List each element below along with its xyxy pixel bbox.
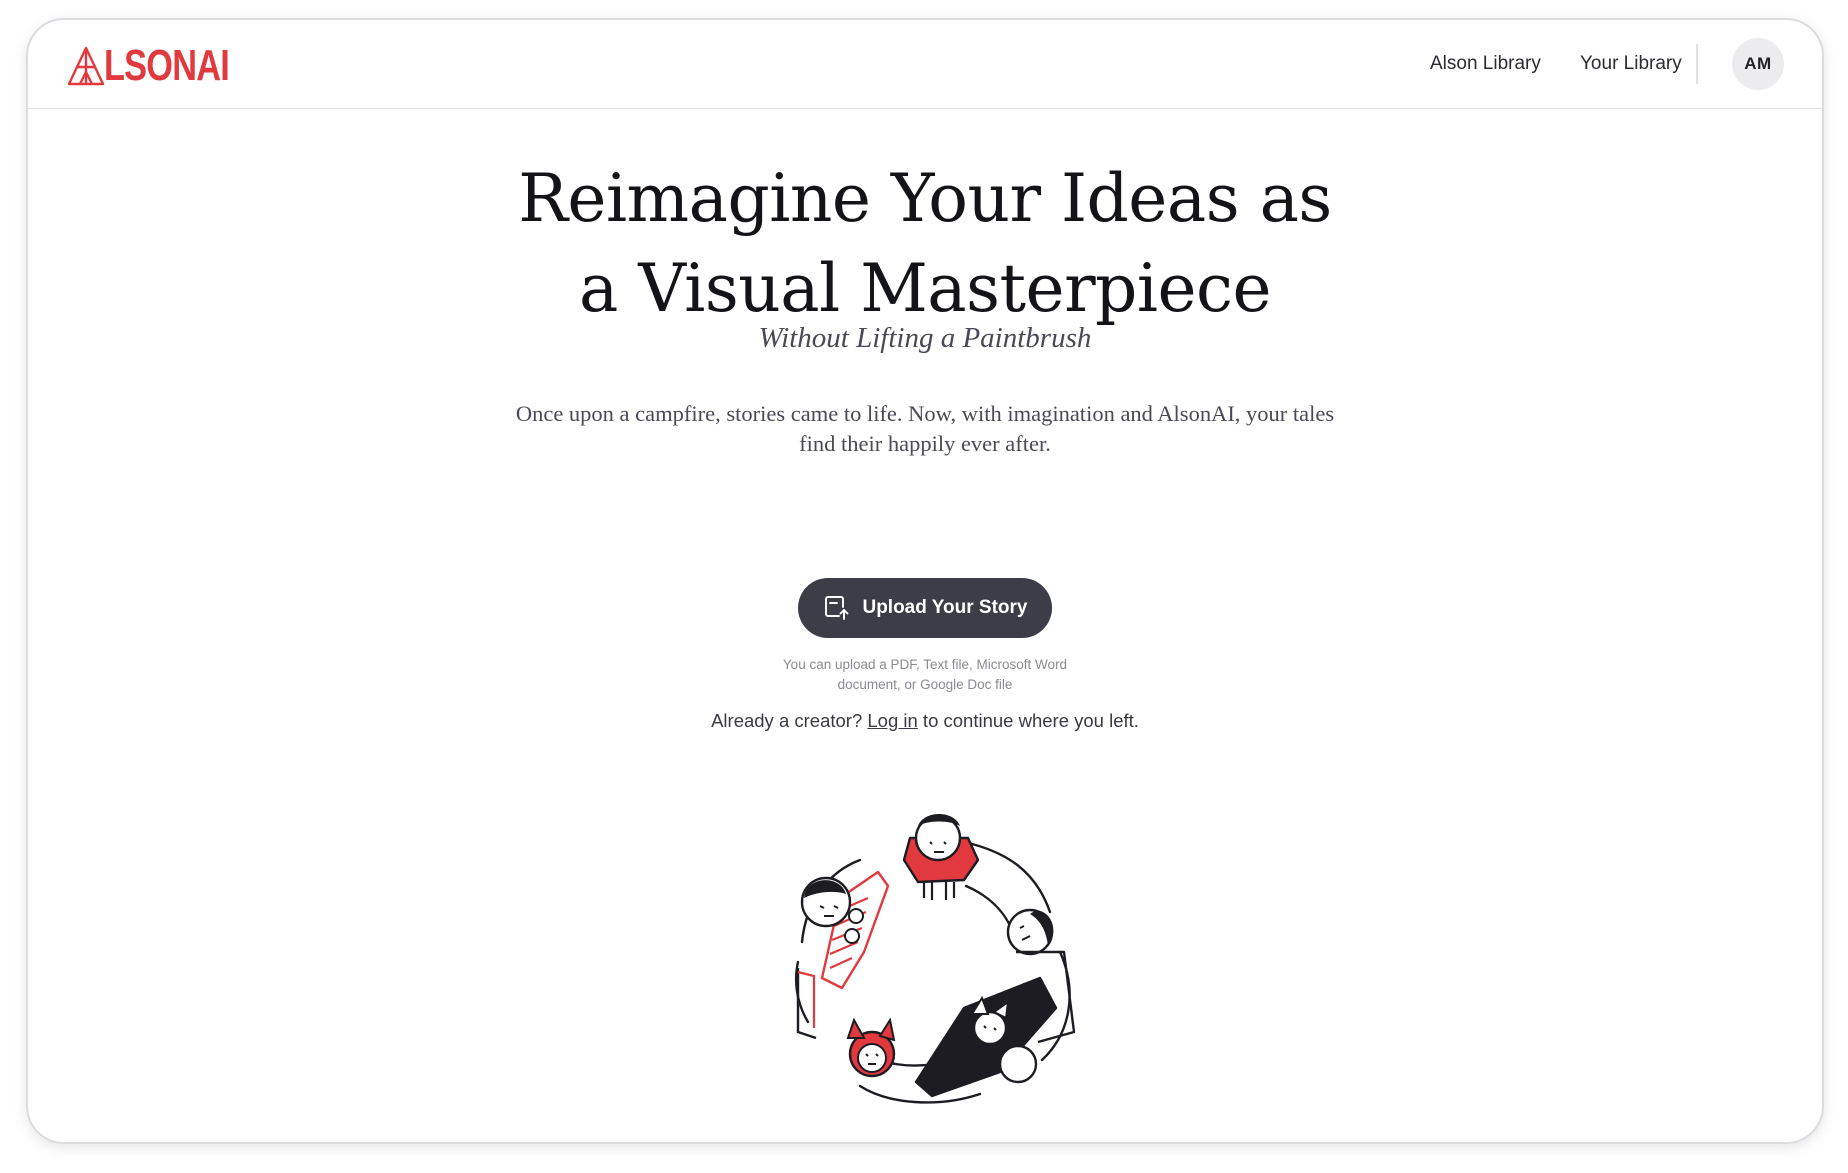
nav-your-library[interactable]: Your Library	[1580, 53, 1682, 75]
nav-alson-library[interactable]: Alson Library	[1430, 53, 1541, 75]
upload-document-icon	[825, 596, 849, 620]
logo-text: LSONAI	[104, 41, 230, 90]
nav-divider	[1696, 44, 1698, 84]
intro-line-1: Once upon a campfire, stories came to li…	[515, 401, 1335, 426]
upload-hint: You can upload a PDF, Text file, Microso…	[768, 655, 1082, 695]
upload-story-button[interactable]: Upload Your Story	[798, 578, 1052, 638]
nav-your-library-wrap: Your Library	[1580, 20, 1682, 108]
upload-story-label: Upload Your Story	[862, 597, 1028, 618]
intro-paragraph: Once upon a campfire, stories came to li…	[478, 399, 1372, 459]
page-title-line-2: a Visual Masterpiece	[578, 250, 1272, 327]
avatar[interactable]: AM	[1732, 38, 1784, 90]
login-prompt-prefix: Already a creator?	[711, 710, 868, 731]
nav-alson-library-wrap: Alson Library	[1430, 20, 1541, 108]
intro-line-2: find their happily ever after.	[799, 431, 1051, 456]
upload-hint-line-2: document, or Google Doc file	[837, 677, 1013, 692]
login-prompt-suffix: to continue where you left.	[917, 710, 1139, 731]
upload-hint-line-1: You can upload a PDF, Text file, Microso…	[782, 657, 1068, 672]
top-navigation-bar: LSONAI Alson Library Your Library AM	[28, 20, 1822, 109]
tent-icon	[67, 46, 105, 86]
people-circle-illustration	[794, 814, 1076, 1104]
logo[interactable]: LSONAI	[66, 44, 264, 88]
app-window: LSONAI Alson Library Your Library AM Rei…	[26, 18, 1824, 1144]
login-prompt: Already a creator? Log in to continue wh…	[28, 710, 1822, 732]
page-title-line-1: Reimagine Your Ideas as	[518, 160, 1332, 237]
page-subtitle: Without Lifting a Paintbrush	[758, 322, 1092, 354]
login-link[interactable]: Log in	[867, 710, 917, 731]
